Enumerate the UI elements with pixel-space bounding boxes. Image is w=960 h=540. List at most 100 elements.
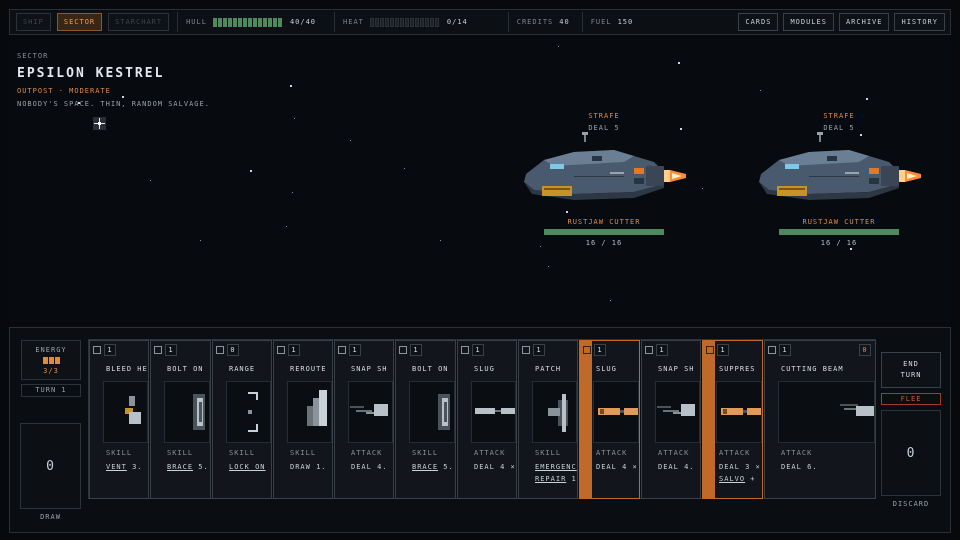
selected-marker [580,341,592,498]
tab-sector[interactable]: SECTOR [56,13,103,31]
card-patch[interactable]: 1 PATCH SKILL EMERGENC REPAIR 1. [518,340,578,499]
card-cost: 1 [288,344,300,356]
card-checkbox-icon [768,346,776,354]
card-art [593,381,639,443]
card-text: DEAL 4 × [474,463,516,471]
card-slug[interactable]: 1 SLUG ATTACK DEAL 4 × [579,340,640,499]
star [286,226,287,227]
fuel-label: FUEL [590,18,612,26]
enemy-ship-2[interactable]: STRAFE DEAL 5 RUSTJAW CUTTER 16 / 16 [749,112,929,247]
card-name: SLUG [596,365,617,373]
divider [507,12,509,32]
card-bleed-he[interactable]: 1 BLEED HE SKILL VENT 3. [89,340,149,499]
card-checkbox-icon [399,346,407,354]
card-type: SKILL [290,449,317,457]
card-cost: 1 [656,344,668,356]
star [292,192,293,193]
card-type: SKILL [412,449,439,457]
card-name: BOLT ON [412,365,449,373]
star [702,188,703,189]
sparkle-icon [93,117,106,130]
card-checkbox-icon [216,346,224,354]
card-text: 5. [438,463,454,471]
card-art [103,381,148,443]
turn-counter: TURN 1 [21,384,81,397]
card-hand: 1 BLEED HE SKILL VENT 3. 1 BOLT ON SKILL BRACE … [88,339,876,499]
card-art [532,381,577,443]
card-name: REROUTE [290,365,327,373]
slug-hot-icon [721,408,761,415]
card-text: DEAL 4. [351,463,388,471]
gun-icon [350,404,388,416]
card-cost: 1 [410,344,422,356]
card-slug[interactable]: 1 SLUG ATTACK DEAL 4 × [457,340,517,499]
enemy-hp-bar [544,229,664,235]
card-art [778,381,875,443]
enemy-ship-1[interactable]: STRAFE DEAL 5 RUSTJAW CUTTER 16 / 16 [514,112,694,247]
card-name: BLEED HE [106,365,148,373]
modules-button[interactable]: MODULES [783,13,834,31]
energy-pips [22,357,80,364]
patch-icon [548,394,568,432]
keyword[interactable]: LOCK ON [229,463,266,471]
card-name: RANGE [229,365,256,373]
card-description: BRACE 5. [167,461,209,473]
archive-button[interactable]: ARCHIVE [838,13,890,31]
history-button[interactable]: HISTORY [894,13,945,31]
draw-pile[interactable]: 0 [20,423,81,509]
slug-icon [475,408,515,414]
flee-button[interactable]: FLEE [881,393,941,405]
card-description: DRAW 1. [290,461,327,473]
star [548,266,549,267]
enemy-hp-text: 16 / 16 [585,239,623,247]
top-bar: SHIP SECTOR STARCHART HULL 40/40 HEAT 0/14… [9,9,951,35]
card-reroute[interactable]: 1 REROUTE SKILL DRAW 1. [273,340,333,499]
end-turn-button[interactable]: END TURN [881,352,941,388]
card-description: DEAL 4 × [596,461,638,473]
keyword[interactable]: REPAIR [535,475,566,483]
energy-value: 3/3 [43,367,59,375]
enemy-intent-value: DEAL 5 [588,124,620,132]
tab-starchart[interactable]: STARCHART [108,13,170,31]
keyword[interactable]: EMERGENC [535,463,577,471]
card-checkbox-icon [93,346,101,354]
selected-marker [703,341,715,498]
sector-label: SECTOR [17,52,49,60]
cards-button[interactable]: CARDS [738,13,779,31]
card-snap-sh[interactable]: 1 SNAP SH ATTACK DEAL 4. [334,340,394,499]
keyword[interactable]: VENT [106,463,127,471]
card-name: SUPPRES [719,365,756,373]
energy-label: ENERGY [35,346,67,354]
card-suppres[interactable]: 1 SUPPRES ATTACK DEAL 3 × SALVO + [702,340,763,499]
enemy-ship-icon [759,132,921,200]
card-text: 5. [193,463,209,471]
card-type: SKILL [167,449,194,457]
tab-ship[interactable]: SHIP [16,13,51,31]
card-text: DEAL 4 × [596,463,638,471]
card-checkbox-icon [154,346,162,354]
card-cutting-beam[interactable]: 1 0 CUTTING BEAM ATTACK DEAL 6. [764,340,876,499]
card-cost: 1 [349,344,361,356]
card-bolt-on[interactable]: 1 BOLT ON SKILL BRACE 5. [150,340,211,499]
draw-pile-label: DRAW [40,513,61,521]
divider [334,12,336,32]
card-description: EMERGENC REPAIR 1. [535,461,577,485]
card-type: SKILL [106,449,133,457]
card-art [164,381,210,443]
card-range[interactable]: 0 RANGE SKILL LOCK ON [212,340,272,499]
discard-pile[interactable]: 0 [881,410,941,496]
card-art [716,381,762,443]
keyword[interactable]: BRACE [412,463,438,471]
card-description: DEAL 6. [781,461,818,473]
gun-icon [657,404,695,416]
star [678,62,680,64]
card-bolt-on[interactable]: 1 BOLT ON SKILL BRACE 5. [395,340,456,499]
keyword[interactable]: SALVO [719,475,745,483]
card-snap-sh[interactable]: 1 SNAP SH ATTACK DEAL 4. [641,340,701,499]
lock-icon [248,392,258,432]
card-name: SNAP SH [351,365,388,373]
heat-label: HEAT [343,18,364,26]
star [610,300,611,301]
keyword[interactable]: BRACE [167,463,193,471]
star [294,118,295,119]
